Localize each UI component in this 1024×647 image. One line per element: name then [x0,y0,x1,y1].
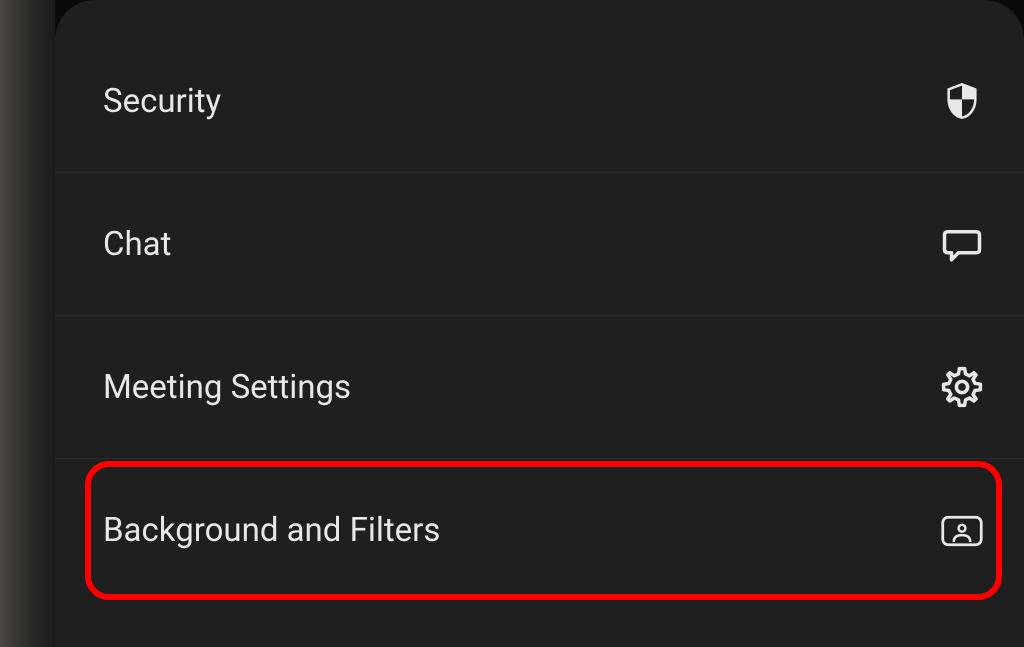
menu-item-label: Security [103,82,221,121]
menu-item-label: Chat [103,225,171,264]
shield-icon [940,79,984,123]
menu-item-label: Background and Filters [103,511,440,550]
menu-item-security[interactable]: Security [55,30,1024,173]
menu-panel: Security Chat Meeting Settings [55,0,1024,647]
person-frame-icon [940,509,984,553]
outer-frame: Security Chat Meeting Settings [0,0,1024,647]
menu-item-meeting-settings[interactable]: Meeting Settings [55,316,1024,459]
chat-icon [940,222,984,266]
left-edge [0,0,55,647]
menu-item-background-filters[interactable]: Background and Filters [55,459,1024,602]
menu-item-label: Meeting Settings [103,368,351,407]
gear-icon [940,365,984,409]
menu-item-chat[interactable]: Chat [55,173,1024,316]
